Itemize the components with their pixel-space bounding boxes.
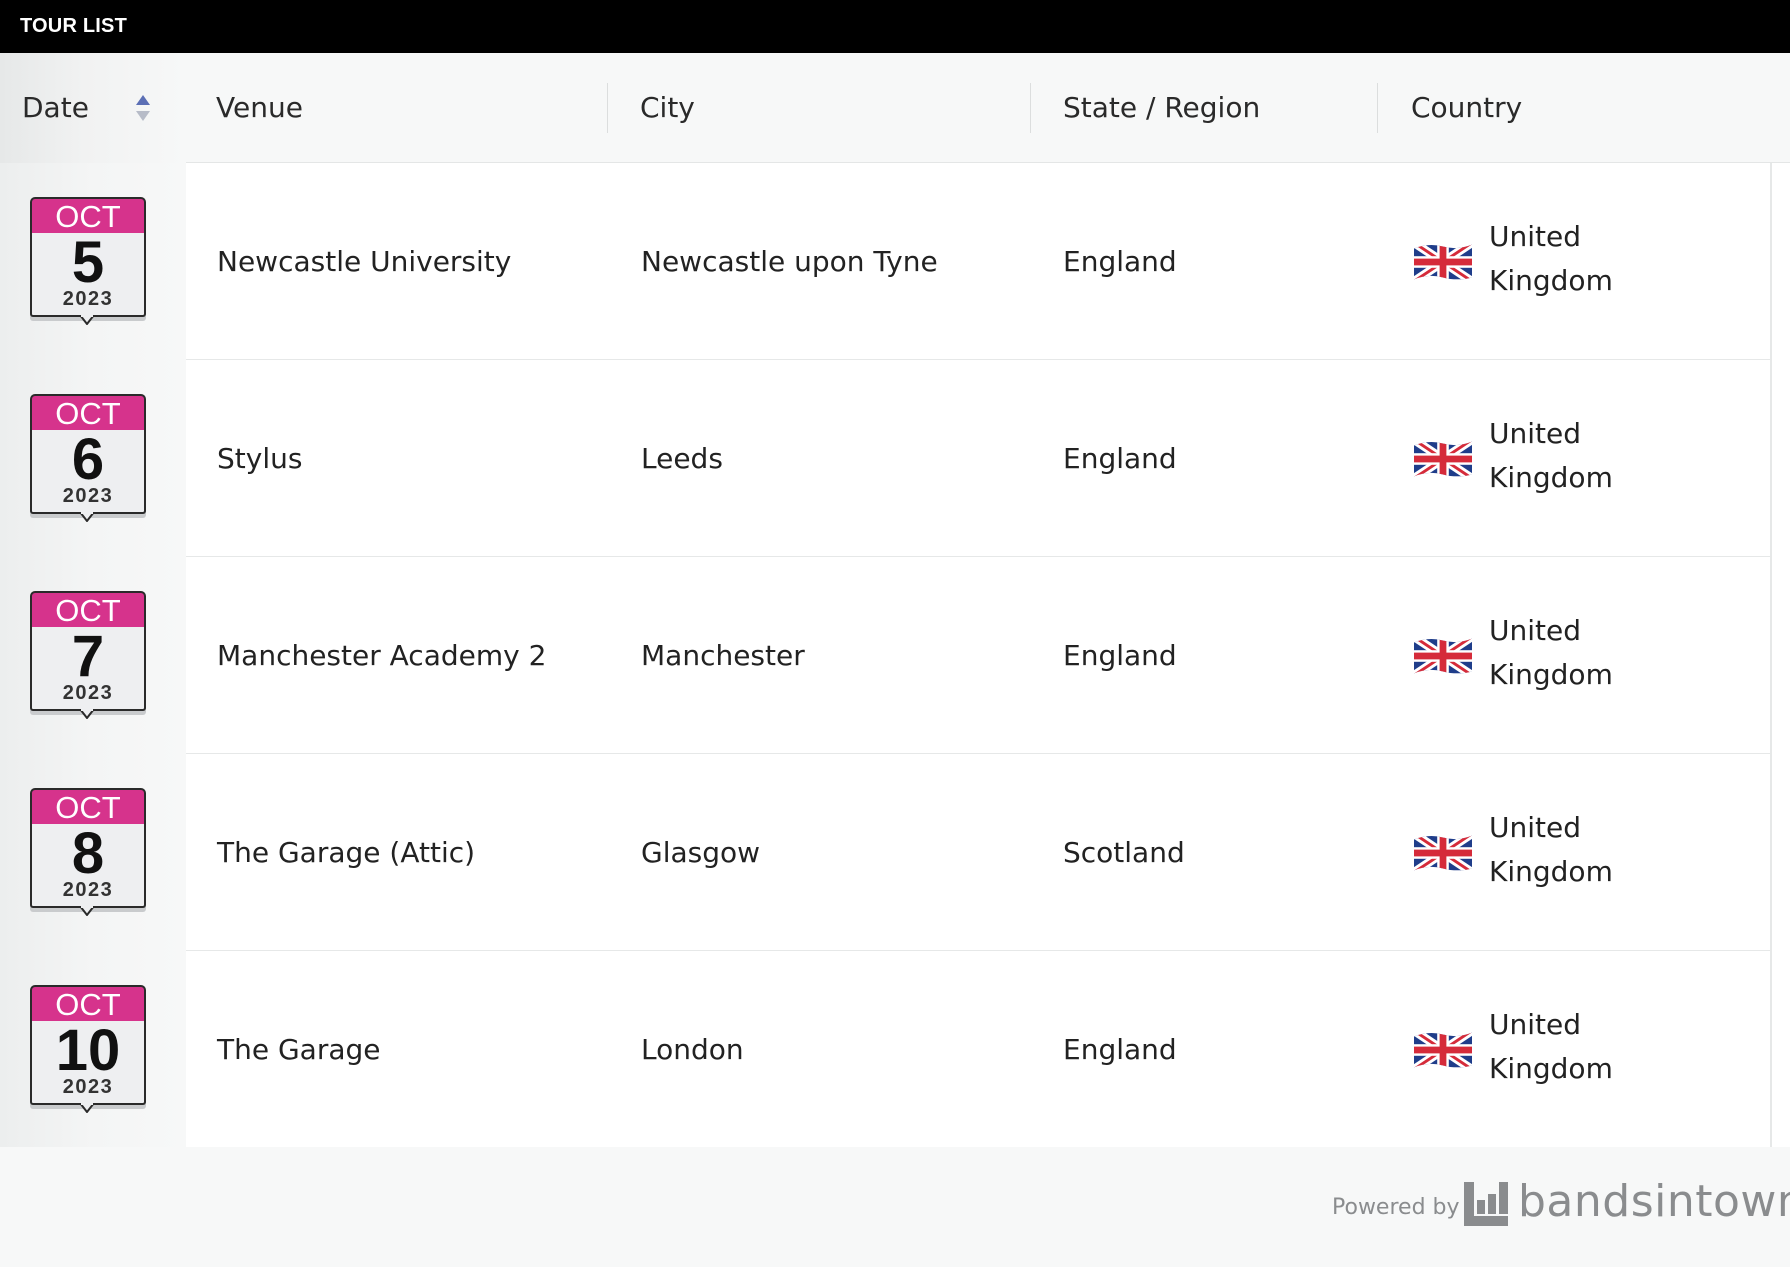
widget-title: TOUR LIST xyxy=(0,0,1790,53)
city-cell: Newcastle upon Tyne xyxy=(641,245,938,278)
country-cell: United Kingdom xyxy=(1489,1003,1689,1091)
table-row[interactable]: OCT 5 2023 Newcastle University Newcastl… xyxy=(0,163,1790,360)
venue-column-header: Venue xyxy=(216,91,303,124)
country-cell: United Kingdom xyxy=(1489,609,1689,697)
country-line-1: United xyxy=(1489,1008,1581,1041)
row-edge xyxy=(1770,557,1790,754)
calendar-pin-icon xyxy=(80,1103,94,1113)
row-edge xyxy=(1770,163,1790,360)
calendar-day: 8 xyxy=(71,821,105,886)
venue-cell[interactable]: Manchester Academy 2 xyxy=(217,557,546,754)
country-line-2: Kingdom xyxy=(1489,658,1613,691)
calendar-pin-icon xyxy=(80,512,94,522)
table-row[interactable]: OCT 6 2023 Stylus Leeds England United K… xyxy=(0,360,1790,557)
country-cell: United Kingdom xyxy=(1489,412,1689,500)
powered-by-label: Powered by xyxy=(1332,1195,1460,1220)
uk-flag-icon xyxy=(1414,1032,1472,1068)
region-cell: Scotland xyxy=(1063,836,1185,869)
column-divider xyxy=(1030,83,1031,133)
bandsintown-brand-link[interactable]: bandsintown xyxy=(1518,1174,1790,1230)
calendar-year: 2023 xyxy=(62,288,114,310)
uk-flag-icon xyxy=(1414,835,1472,871)
city-cell: London xyxy=(641,1033,744,1066)
country-line-2: Kingdom xyxy=(1489,264,1613,297)
country-cell: United Kingdom xyxy=(1489,215,1689,303)
table-row[interactable]: OCT 10 2023 The Garage London England Un… xyxy=(0,951,1790,1148)
city-column-header: City xyxy=(640,91,695,124)
column-divider xyxy=(607,83,608,133)
calendar-year: 2023 xyxy=(62,682,114,704)
column-divider xyxy=(1377,83,1378,133)
date-cell: OCT 5 2023 xyxy=(0,163,186,360)
calendar-date-icon: OCT 10 2023 xyxy=(30,985,146,1113)
uk-flag-icon xyxy=(1414,638,1472,674)
calendar-year: 2023 xyxy=(62,879,114,901)
country-line-2: Kingdom xyxy=(1489,1052,1613,1085)
calendar-day: 10 xyxy=(55,1018,121,1083)
calendar-pin-icon xyxy=(80,315,94,325)
calendar-body: 6 2023 xyxy=(30,430,146,514)
calendar-body: 10 2023 xyxy=(30,1021,146,1105)
city-cell: Manchester xyxy=(641,639,805,672)
country-column-header: Country xyxy=(1411,91,1523,124)
uk-flag-icon xyxy=(1414,244,1472,280)
region-cell: England xyxy=(1063,245,1177,278)
venue-cell[interactable]: Stylus xyxy=(217,360,302,557)
tour-table: Date Venue City State / Region Country O… xyxy=(0,53,1790,1148)
country-line-1: United xyxy=(1489,220,1581,253)
country-line-1: United xyxy=(1489,811,1581,844)
table-header: Date Venue City State / Region Country xyxy=(0,53,1790,163)
calendar-date-icon: OCT 8 2023 xyxy=(30,788,146,916)
uk-flag-icon xyxy=(1414,441,1472,477)
calendar-pin-icon xyxy=(80,709,94,719)
date-cell: OCT 6 2023 xyxy=(0,360,186,557)
table-row[interactable]: OCT 8 2023 The Garage (Attic) Glasgow Sc… xyxy=(0,754,1790,951)
venue-cell[interactable]: The Garage (Attic) xyxy=(217,754,475,951)
calendar-day: 6 xyxy=(71,427,105,492)
calendar-body: 8 2023 xyxy=(30,824,146,908)
calendar-pin-icon xyxy=(80,906,94,916)
calendar-day: 7 xyxy=(71,624,105,689)
date-cell: OCT 7 2023 xyxy=(0,557,186,754)
row-edge xyxy=(1770,360,1790,557)
venue-cell[interactable]: Newcastle University xyxy=(217,163,511,360)
country-line-2: Kingdom xyxy=(1489,855,1613,888)
row-edge xyxy=(1770,951,1790,1148)
country-line-2: Kingdom xyxy=(1489,461,1613,494)
venue-cell[interactable]: The Garage xyxy=(217,951,381,1148)
city-cell: Glasgow xyxy=(641,836,761,869)
country-line-1: United xyxy=(1489,614,1581,647)
bandsintown-logo-icon[interactable] xyxy=(1464,1182,1508,1226)
table-body: OCT 5 2023 Newcastle University Newcastl… xyxy=(0,163,1790,1148)
city-cell: Leeds xyxy=(641,442,723,475)
calendar-body: 5 2023 xyxy=(30,233,146,317)
calendar-year: 2023 xyxy=(62,1076,114,1098)
sort-icon[interactable] xyxy=(135,93,151,123)
country-line-1: United xyxy=(1489,417,1581,450)
row-edge xyxy=(1770,754,1790,951)
calendar-body: 7 2023 xyxy=(30,627,146,711)
tour-widget: TOUR LIST Date Venue City State / Region… xyxy=(0,0,1790,1280)
date-column-header[interactable]: Date xyxy=(22,53,89,163)
country-cell: United Kingdom xyxy=(1489,806,1689,894)
calendar-year: 2023 xyxy=(62,485,114,507)
calendar-date-icon: OCT 7 2023 xyxy=(30,591,146,719)
calendar-date-icon: OCT 5 2023 xyxy=(30,197,146,325)
calendar-date-icon: OCT 6 2023 xyxy=(30,394,146,522)
date-cell: OCT 8 2023 xyxy=(0,754,186,951)
region-column-header: State / Region xyxy=(1063,91,1261,124)
region-cell: England xyxy=(1063,639,1177,672)
date-cell: OCT 10 2023 xyxy=(0,951,186,1148)
region-cell: England xyxy=(1063,442,1177,475)
calendar-day: 5 xyxy=(71,230,105,295)
table-row[interactable]: OCT 7 2023 Manchester Academy 2 Manchest… xyxy=(0,557,1790,754)
region-cell: England xyxy=(1063,1033,1177,1066)
